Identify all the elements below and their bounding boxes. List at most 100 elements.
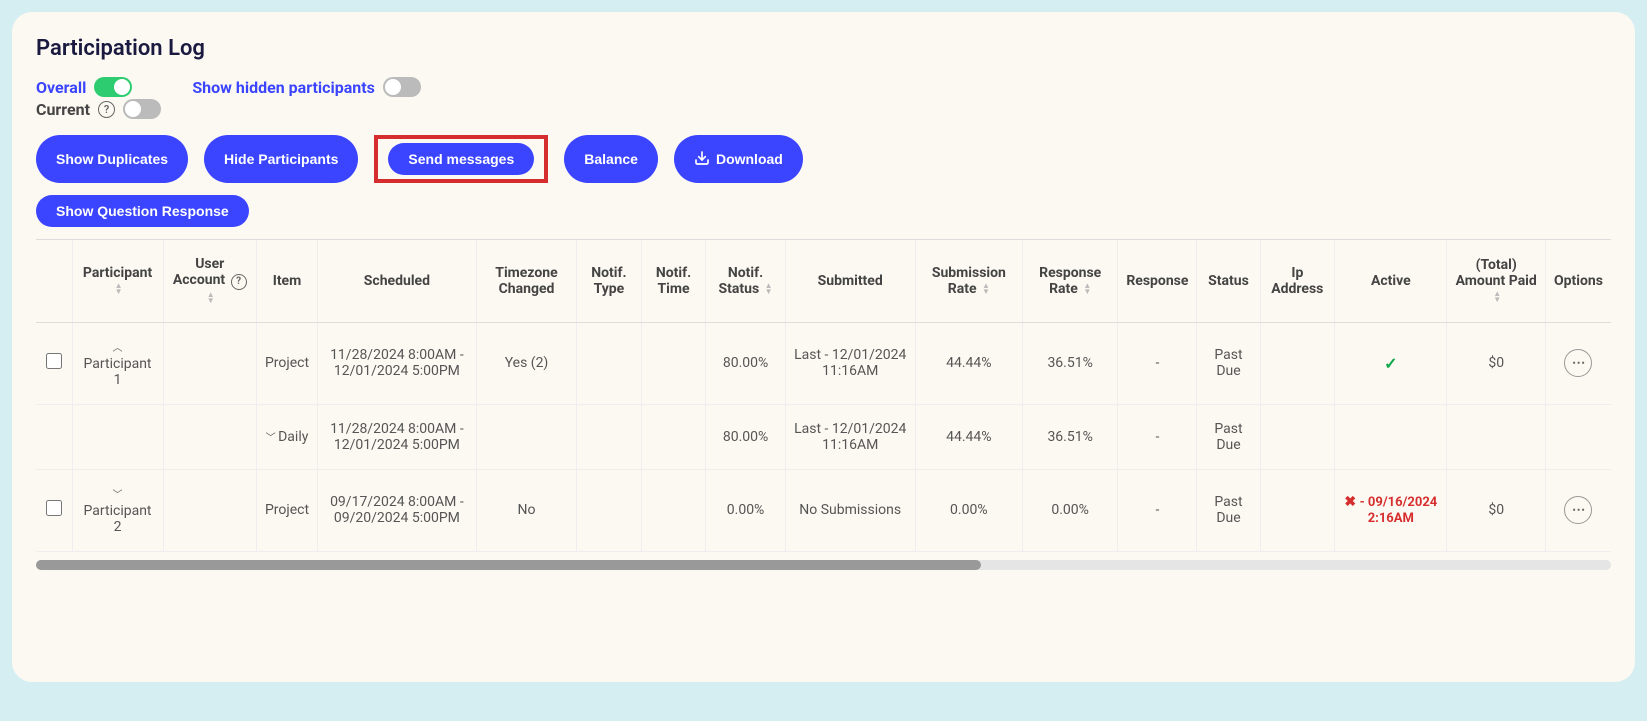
cell-submission-rate: 44.44%	[915, 322, 1022, 404]
row-options-button[interactable]: ⋯	[1564, 349, 1592, 377]
sort-icon: ▲▼	[115, 283, 123, 295]
sort-icon: ▲▼	[207, 292, 215, 304]
cell-user-account	[163, 322, 256, 404]
col-status: Status	[1197, 240, 1260, 323]
cell-item: Project	[256, 322, 317, 404]
sort-icon: ▲▼	[1493, 291, 1501, 303]
toggle-current[interactable]	[123, 99, 161, 119]
col-notif-type: Notif. Type	[577, 240, 641, 323]
action-row-1: Show Duplicates Hide Participants Send m…	[36, 135, 1611, 183]
col-participant[interactable]: Participant ▲▼	[72, 240, 163, 323]
cell-timezone-changed: No	[476, 469, 577, 551]
cell-scheduled: 11/28/2024 8:00AM - 12/01/2024 5:00PM	[318, 404, 477, 469]
cell-scheduled: 11/28/2024 8:00AM - 12/01/2024 5:00PM	[318, 322, 477, 404]
send-messages-highlight: Send messages	[374, 135, 548, 183]
participation-table: Participant ▲▼ User Account ? ▲▼ Item Sc…	[36, 239, 1611, 552]
col-response-rate[interactable]: Response Rate ▲▼	[1022, 240, 1117, 323]
table-row: ﹀Participant 2Project09/17/2024 8:00AM -…	[36, 469, 1611, 551]
row-checkbox[interactable]	[46, 500, 62, 516]
col-notif-time: Notif. Time	[641, 240, 706, 323]
filter-current-label: Current	[36, 100, 90, 119]
col-submitted: Submitted	[785, 240, 915, 323]
horizontal-scrollbar[interactable]	[36, 560, 1611, 570]
cell-response: -	[1118, 469, 1197, 551]
cell-amount-paid: $0	[1447, 469, 1546, 551]
check-icon: ✓	[1384, 354, 1397, 373]
cell-notif-time	[641, 469, 706, 551]
cell-timezone-changed: Yes (2)	[476, 322, 577, 404]
cell-status: Past Due	[1197, 404, 1260, 469]
table-row: ﹀ Daily11/28/2024 8:00AM - 12/01/2024 5:…	[36, 404, 1611, 469]
cell-item[interactable]: ﹀ Daily	[256, 404, 317, 469]
cell-status: Past Due	[1197, 469, 1260, 551]
table-row: ︿Participant 1 Project11/28/2024 8:00AM -…	[36, 322, 1611, 404]
cell-options: ⋯	[1545, 469, 1611, 551]
col-submission-rate[interactable]: Submission Rate ▲▼	[915, 240, 1022, 323]
chevron-down-icon[interactable]: ﹀	[81, 486, 155, 501]
cell-notif-type	[577, 322, 641, 404]
row-checkbox[interactable]	[46, 353, 62, 369]
chevron-down-icon[interactable]: ﹀	[266, 433, 278, 444]
cell-amount-paid: $0	[1447, 322, 1546, 404]
col-amount-paid[interactable]: (Total) Amount Paid ▲▼	[1447, 240, 1546, 323]
cell-submission-rate: 44.44%	[915, 404, 1022, 469]
filter-overall: Overall	[36, 77, 132, 97]
cell-response: -	[1118, 322, 1197, 404]
cell-notif-status: 80.00%	[706, 322, 785, 404]
cell-participant[interactable]	[72, 404, 163, 469]
cell-ip-address	[1260, 404, 1335, 469]
help-icon[interactable]: ?	[98, 101, 115, 118]
sort-icon: ▲▼	[765, 283, 773, 295]
scrollbar-thumb[interactable]	[36, 560, 981, 570]
cell-participant[interactable]: ︿Participant 1	[72, 322, 163, 404]
col-scheduled: Scheduled	[318, 240, 477, 323]
send-messages-button[interactable]: Send messages	[388, 143, 534, 175]
col-user-account[interactable]: User Account ? ▲▼	[163, 240, 256, 323]
sort-icon: ▲▼	[1083, 283, 1091, 295]
col-notif-status[interactable]: Notif. Status ▲▼	[706, 240, 785, 323]
download-button[interactable]: Download	[674, 135, 803, 183]
cell-notif-time	[641, 322, 706, 404]
col-ip-address: Ip Address	[1260, 240, 1335, 323]
action-row-2: Show Question Response	[36, 195, 1611, 227]
cell-response-rate: 36.51%	[1022, 322, 1117, 404]
cell-item: Project	[256, 469, 317, 551]
filter-current: Current ?	[36, 99, 161, 119]
row-options-button[interactable]: ⋯	[1564, 496, 1592, 524]
filter-overall-label: Overall	[36, 78, 86, 97]
show-question-response-button[interactable]: Show Question Response	[36, 195, 249, 227]
cell-response-rate: 0.00%	[1022, 469, 1117, 551]
cell-ip-address	[1260, 322, 1335, 404]
cell-participant[interactable]: ﹀Participant 2	[72, 469, 163, 551]
cell-submitted: No Submissions	[785, 469, 915, 551]
col-response: Response	[1118, 240, 1197, 323]
col-timezone-changed: Timezone Changed	[476, 240, 577, 323]
x-icon: ✖	[1344, 494, 1359, 510]
filter-show-hidden: Show hidden participants	[192, 77, 421, 97]
help-icon[interactable]: ?	[231, 274, 247, 290]
cell-notif-time	[641, 404, 706, 469]
sort-icon: ▲▼	[982, 283, 990, 295]
toggle-overall[interactable]	[94, 77, 132, 97]
cell-submitted: Last - 12/01/2024 11:16AM	[785, 404, 915, 469]
col-active: Active	[1335, 240, 1447, 323]
cell-notif-type	[577, 469, 641, 551]
chevron-up-icon[interactable]: ︿	[81, 339, 155, 354]
participation-log-card: Participation Log Overall Show hidden pa…	[12, 12, 1635, 682]
cell-amount-paid	[1447, 404, 1546, 469]
page-title: Participation Log	[36, 36, 1611, 61]
cell-notif-status: 0.00%	[706, 469, 785, 551]
cell-user-account	[163, 404, 256, 469]
cell-user-account	[163, 469, 256, 551]
hide-participants-button[interactable]: Hide Participants	[204, 135, 358, 183]
filter-show-hidden-label: Show hidden participants	[192, 78, 375, 97]
toggle-show-hidden[interactable]	[383, 77, 421, 97]
cell-response-rate: 36.51%	[1022, 404, 1117, 469]
cell-options	[1545, 404, 1611, 469]
cell-active	[1335, 404, 1447, 469]
balance-button[interactable]: Balance	[564, 135, 658, 183]
cell-active: ✓	[1335, 322, 1447, 404]
show-duplicates-button[interactable]: Show Duplicates	[36, 135, 188, 183]
cell-active: ✖ - 09/16/2024 2:16AM	[1335, 469, 1447, 551]
cell-notif-type	[577, 404, 641, 469]
